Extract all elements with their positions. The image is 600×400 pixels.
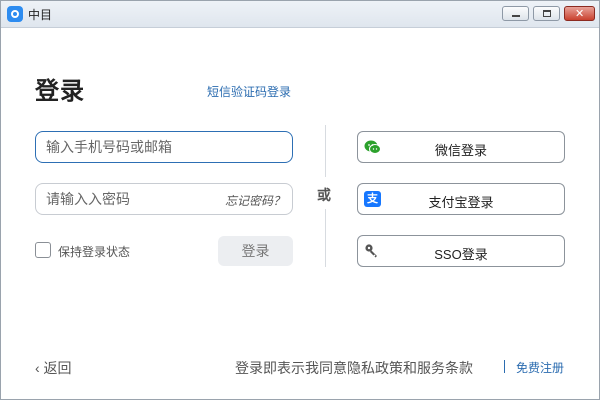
login-window: 中目 登录 短信验证码登录 忘记密码？ 保持登录状态 登录 或 微信登录 支 支…: [0, 0, 600, 400]
terms-text[interactable]: 登录即表示我同意隐私政策和服务条款: [235, 358, 473, 378]
or-label: 或: [317, 187, 331, 203]
page-title: 登录: [35, 78, 85, 105]
footer-separator: [504, 360, 505, 373]
account-input[interactable]: [35, 131, 293, 163]
login-button[interactable]: 登录: [218, 236, 293, 266]
close-icon[interactable]: [564, 6, 595, 21]
app-logo-icon: [7, 6, 23, 22]
alipay-login-label: 支付宝登录: [428, 195, 494, 210]
sso-login-label: SSO登录: [434, 247, 488, 262]
alipay-login-button[interactable]: 支 支付宝登录: [357, 183, 565, 215]
wechat-login-button[interactable]: 微信登录: [357, 131, 565, 163]
back-button[interactable]: ‹ 返回: [35, 358, 72, 378]
remember-me-checkbox[interactable]: [35, 242, 51, 258]
divider-line-top: [325, 125, 326, 177]
forgot-password-link[interactable]: 忘记密码？: [225, 192, 285, 209]
divider-line-bottom: [325, 209, 326, 267]
sms-login-link[interactable]: 短信验证码登录: [207, 83, 291, 100]
title-bar: 中目: [1, 1, 599, 28]
minimize-icon[interactable]: [502, 6, 529, 21]
sso-login-button[interactable]: SSO登录: [357, 235, 565, 267]
register-link[interactable]: 免费注册: [516, 359, 564, 376]
wechat-login-label: 微信登录: [434, 143, 487, 158]
maximize-icon[interactable]: [533, 6, 560, 21]
remember-me-label: 保持登录状态: [58, 245, 131, 259]
window-title: 中目: [28, 8, 53, 22]
